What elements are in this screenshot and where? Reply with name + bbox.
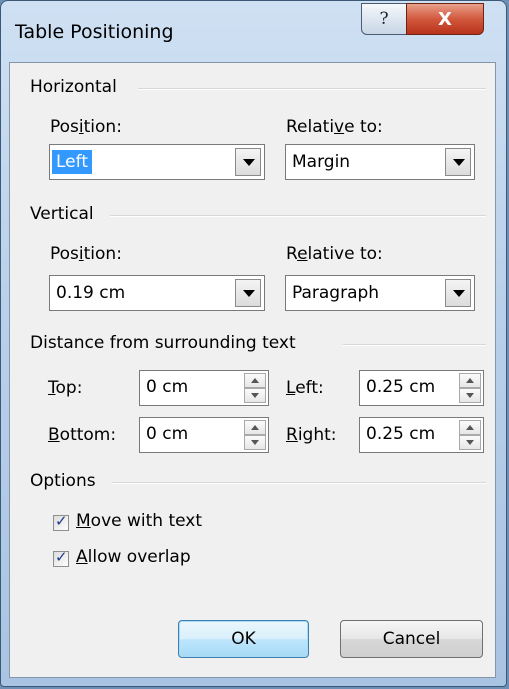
dialog-title: Table Positioning (15, 21, 174, 43)
move-with-text-checkbox[interactable]: ✓ (53, 512, 69, 531)
top-value: 0 cm (146, 377, 189, 397)
left-spin-buttons (459, 373, 481, 403)
title-bar[interactable]: Table Positioning ? X (1, 1, 506, 63)
spin-up-icon[interactable] (459, 373, 481, 388)
checkmark-icon: ✓ (55, 512, 68, 530)
chevron-down-icon[interactable] (445, 148, 471, 176)
horizontal-group-label: Horizontal (30, 77, 117, 97)
horizontal-position-combo[interactable]: Left (49, 144, 265, 180)
spin-down-icon[interactable] (244, 435, 266, 450)
bottom-value: 0 cm (146, 424, 189, 444)
left-label: Left: (286, 378, 324, 398)
dialog-client-area: Horizontal Position: Left Relative to: M… (9, 62, 496, 678)
options-group-label: Options (30, 471, 96, 491)
top-spinner[interactable]: 0 cm (139, 370, 269, 406)
left-value: 0.25 cm (366, 377, 436, 397)
horizontal-relative-value: Margin (292, 152, 351, 172)
spin-down-icon[interactable] (459, 435, 481, 450)
vertical-position-combo[interactable]: 0.19 cm (49, 275, 265, 311)
vertical-relative-combo[interactable]: Paragraph (285, 275, 475, 311)
close-icon: X (438, 8, 452, 30)
horizontal-position-label: Position: (50, 117, 122, 137)
right-spinner[interactable]: 0.25 cm (359, 417, 484, 453)
spin-up-icon[interactable] (459, 420, 481, 435)
vertical-divider (110, 215, 486, 217)
horizontal-position-value: Left (52, 150, 92, 174)
help-button[interactable]: ? (361, 3, 407, 35)
cancel-button[interactable]: Cancel (340, 620, 483, 658)
distance-divider (343, 344, 486, 346)
move-with-text-label[interactable]: Move with text (76, 511, 202, 531)
vertical-relative-label: Relative to: (286, 244, 383, 264)
help-icon: ? (379, 9, 389, 29)
vertical-group-label: Vertical (30, 204, 94, 224)
right-label: Right: (286, 425, 337, 445)
right-value: 0.25 cm (366, 424, 436, 444)
top-label: Top: (48, 378, 83, 398)
vertical-position-label: Position: (50, 244, 122, 264)
distance-group-label: Distance from surrounding text (30, 333, 296, 353)
allow-overlap-checkbox[interactable]: ✓ (53, 548, 69, 567)
allow-overlap-label[interactable]: Allow overlap (76, 547, 191, 567)
spin-down-icon[interactable] (459, 388, 481, 403)
options-divider (112, 482, 486, 484)
spin-up-icon[interactable] (244, 420, 266, 435)
bottom-label: Bottom: (48, 425, 117, 445)
top-spin-buttons (244, 373, 266, 403)
vertical-position-value: 0.19 cm (56, 283, 126, 303)
horizontal-relative-combo[interactable]: Margin (285, 144, 475, 180)
bottom-spin-buttons (244, 420, 266, 450)
chevron-down-icon[interactable] (235, 148, 261, 176)
dialog-window: Table Positioning ? X Horizontal Positio… (0, 0, 507, 687)
close-button[interactable]: X (406, 3, 484, 35)
right-spin-buttons (459, 420, 481, 450)
horizontal-divider (138, 88, 486, 90)
chevron-down-icon[interactable] (445, 279, 471, 307)
spin-down-icon[interactable] (244, 388, 266, 403)
vertical-relative-value: Paragraph (292, 283, 380, 303)
bottom-spinner[interactable]: 0 cm (139, 417, 269, 453)
chevron-down-icon[interactable] (235, 279, 261, 307)
checkmark-icon: ✓ (55, 548, 68, 566)
left-spinner[interactable]: 0.25 cm (359, 370, 484, 406)
ok-button[interactable]: OK (178, 620, 309, 658)
horizontal-relative-label: Relative to: (286, 117, 383, 137)
spin-up-icon[interactable] (244, 373, 266, 388)
